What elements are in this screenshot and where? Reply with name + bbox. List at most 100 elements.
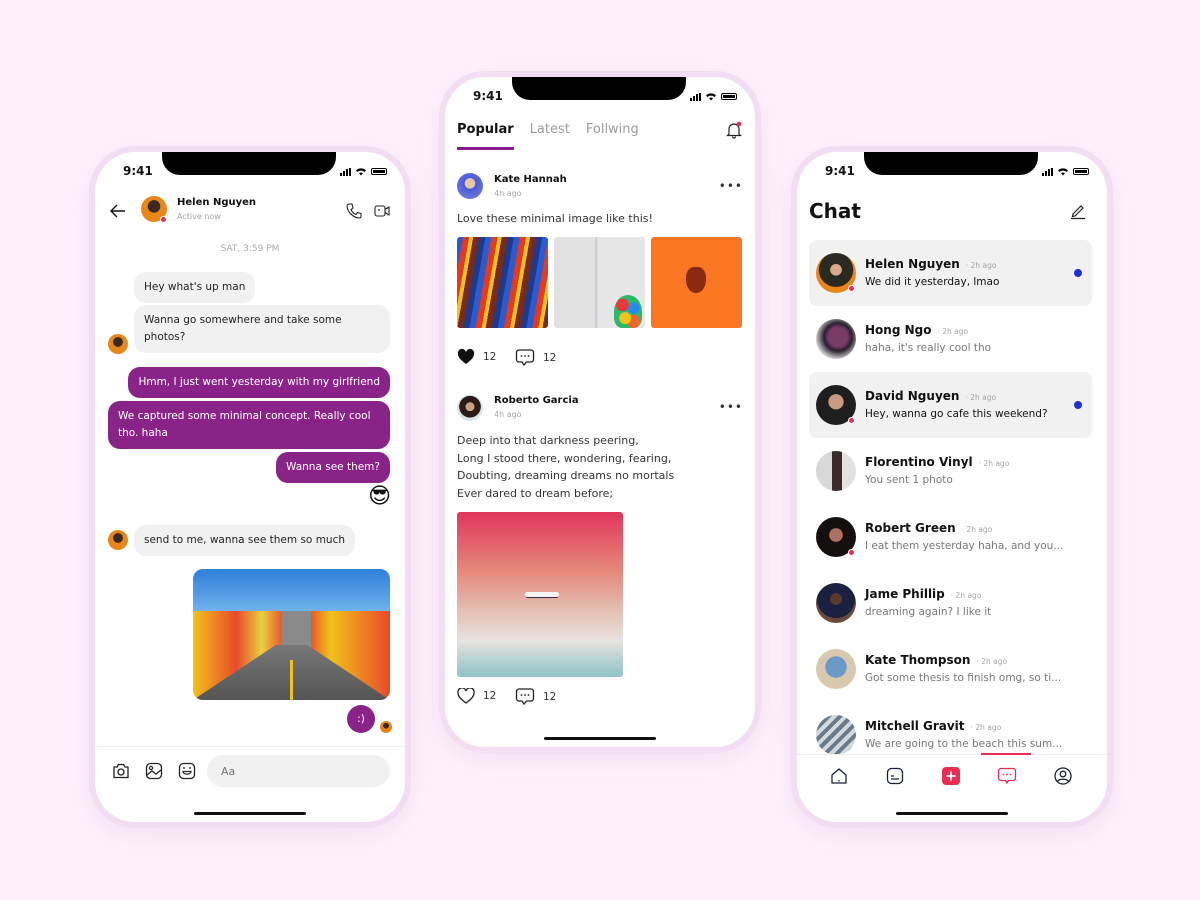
camera-icon[interactable] — [111, 761, 131, 781]
post-poem: Deep into that darkness peering, Long I … — [457, 432, 674, 502]
chat-list-item[interactable]: David Nguyen · 2h ago Hey, wanna go cafe … — [809, 372, 1092, 438]
status-icons — [340, 167, 387, 176]
wifi-icon — [706, 93, 716, 101]
gallery-icon[interactable] — [144, 761, 164, 781]
feed-icon[interactable] — [885, 766, 905, 786]
photo-message[interactable] — [193, 569, 390, 700]
post-text: Love these minimal image like this! — [457, 212, 653, 225]
avatar — [816, 649, 856, 689]
status-time: 9:41 — [473, 89, 503, 103]
chat-list-item[interactable]: Hong Ngo · 2h ago haha, it's really cool … — [809, 306, 1092, 372]
post-image[interactable] — [554, 237, 645, 328]
author-avatar[interactable] — [457, 395, 483, 421]
status-icons — [1042, 167, 1089, 176]
post-time: 4h ago — [494, 189, 522, 198]
active-tab-indicator — [981, 753, 1031, 755]
chat-list-item[interactable]: Jame Phillip · 2h ago dreaming again? I l… — [809, 570, 1092, 636]
battery-icon — [721, 93, 737, 100]
avatar — [816, 451, 856, 491]
message-time: · 2h ago — [976, 657, 1008, 666]
sticker-icon[interactable] — [177, 761, 197, 781]
chat-list-item[interactable]: Helen Nguyen · 2h ago We did it yesterday… — [809, 240, 1092, 306]
contact-name: Hong Ngo — [865, 323, 932, 337]
signal-icon — [340, 167, 351, 176]
message-incoming[interactable]: send to me, wanna see them so much — [134, 525, 356, 556]
post-image[interactable] — [457, 237, 548, 328]
poem-line: Long I stood there, wondering, fearing, — [457, 451, 672, 465]
emoji-message[interactable]: 😎 — [368, 484, 391, 509]
phone-icon[interactable] — [345, 202, 363, 220]
message-outgoing[interactable]: Hmm, I just went yesterday with my girlf… — [128, 367, 390, 398]
notch — [864, 152, 1038, 175]
avatar — [816, 715, 856, 755]
more-options-icon[interactable]: ••• — [719, 400, 743, 414]
comment-action[interactable]: 12 — [515, 348, 556, 367]
like-action[interactable]: 12 — [457, 688, 496, 704]
last-message: I eat them yesterday haha, and you... — [865, 540, 1064, 552]
battery-icon — [1073, 168, 1089, 175]
tab-latest[interactable]: Latest — [530, 122, 570, 150]
seen-avatar — [380, 721, 392, 733]
post-author[interactable]: Kate Hannah — [494, 174, 567, 185]
heart-outline-icon — [457, 688, 475, 704]
chat-list-item[interactable]: Kate Thompson · 2h ago Got some thesis to… — [809, 636, 1092, 702]
home-icon[interactable] — [829, 766, 849, 786]
back-arrow-icon[interactable] — [109, 202, 127, 220]
wifi-icon — [356, 168, 366, 176]
conversation-header: Helen Nguyen Active now — [95, 194, 405, 230]
bell-icon[interactable] — [725, 121, 743, 139]
poem-line: Ever dared to dream before; — [457, 486, 614, 500]
message-outgoing[interactable]: :) — [347, 705, 375, 733]
comment-icon — [515, 688, 535, 706]
author-avatar[interactable] — [457, 173, 483, 199]
more-options-icon[interactable]: ••• — [719, 179, 743, 193]
notch — [162, 152, 336, 175]
message-time: · 2h ago — [937, 327, 969, 336]
like-count: 12 — [483, 351, 497, 363]
chat-list-screen: 9:41 Chat Helen Nguyen · 2h ago We did it… — [797, 152, 1107, 822]
like-count: 12 — [483, 690, 497, 702]
message-input[interactable] — [207, 755, 390, 787]
chat-icon[interactable] — [997, 766, 1017, 786]
notch — [512, 77, 686, 100]
message-outgoing[interactable]: Wanna see them? — [276, 452, 390, 483]
message-incoming[interactable]: Wanna go somewhere and take some photos? — [134, 305, 390, 353]
contact-name: Kate Thompson — [865, 653, 971, 667]
create-icon[interactable] — [941, 766, 961, 786]
tab-popular[interactable]: Popular — [457, 122, 514, 150]
status-time: 9:41 — [825, 164, 855, 178]
compose-icon[interactable] — [1069, 202, 1087, 220]
like-action[interactable]: 12 — [457, 349, 496, 365]
chat-list-item[interactable]: Robert Green · 2h ago I eat them yesterda… — [809, 504, 1092, 570]
contact-name: David Nguyen — [865, 389, 960, 403]
last-message: We are going to the beach this sum... — [865, 738, 1063, 750]
last-message: dreaming again? I like it — [865, 606, 992, 618]
avatar — [816, 319, 856, 359]
contact-name: Helen Nguyen — [177, 197, 257, 208]
last-message: You sent 1 photo — [865, 474, 953, 486]
post-image[interactable] — [457, 512, 623, 677]
signal-icon — [690, 92, 701, 101]
signal-icon — [1042, 167, 1053, 176]
feed-screen: 9:41 Popular Latest Follwing Kate Hannah… — [445, 77, 755, 747]
post-time: 4h ago — [494, 410, 522, 419]
post-author[interactable]: Roberto Garcia — [494, 395, 579, 406]
message-time: · 2h ago — [978, 459, 1010, 468]
megaphone — [686, 267, 706, 293]
video-call-icon[interactable] — [373, 202, 391, 220]
message-outgoing[interactable]: We captured some minimal concept. Really… — [108, 401, 390, 449]
message-incoming[interactable]: Hey what's up man — [134, 272, 256, 303]
comment-count: 12 — [543, 690, 557, 703]
balloons — [614, 295, 642, 328]
online-indicator — [160, 216, 167, 223]
post-image[interactable] — [651, 237, 742, 328]
online-indicator — [848, 417, 855, 424]
chat-list-item[interactable]: Florentino Vinyl · 2h ago You sent 1 phot… — [809, 438, 1092, 504]
status-time: 9:41 — [123, 164, 153, 178]
tab-following[interactable]: Follwing — [586, 122, 639, 150]
avatar — [816, 583, 856, 623]
contact-name: Robert Green — [865, 521, 956, 535]
contact-name: Mitchell Gravit — [865, 719, 965, 733]
comment-action[interactable]: 12 — [515, 687, 556, 706]
profile-icon[interactable] — [1053, 766, 1073, 786]
